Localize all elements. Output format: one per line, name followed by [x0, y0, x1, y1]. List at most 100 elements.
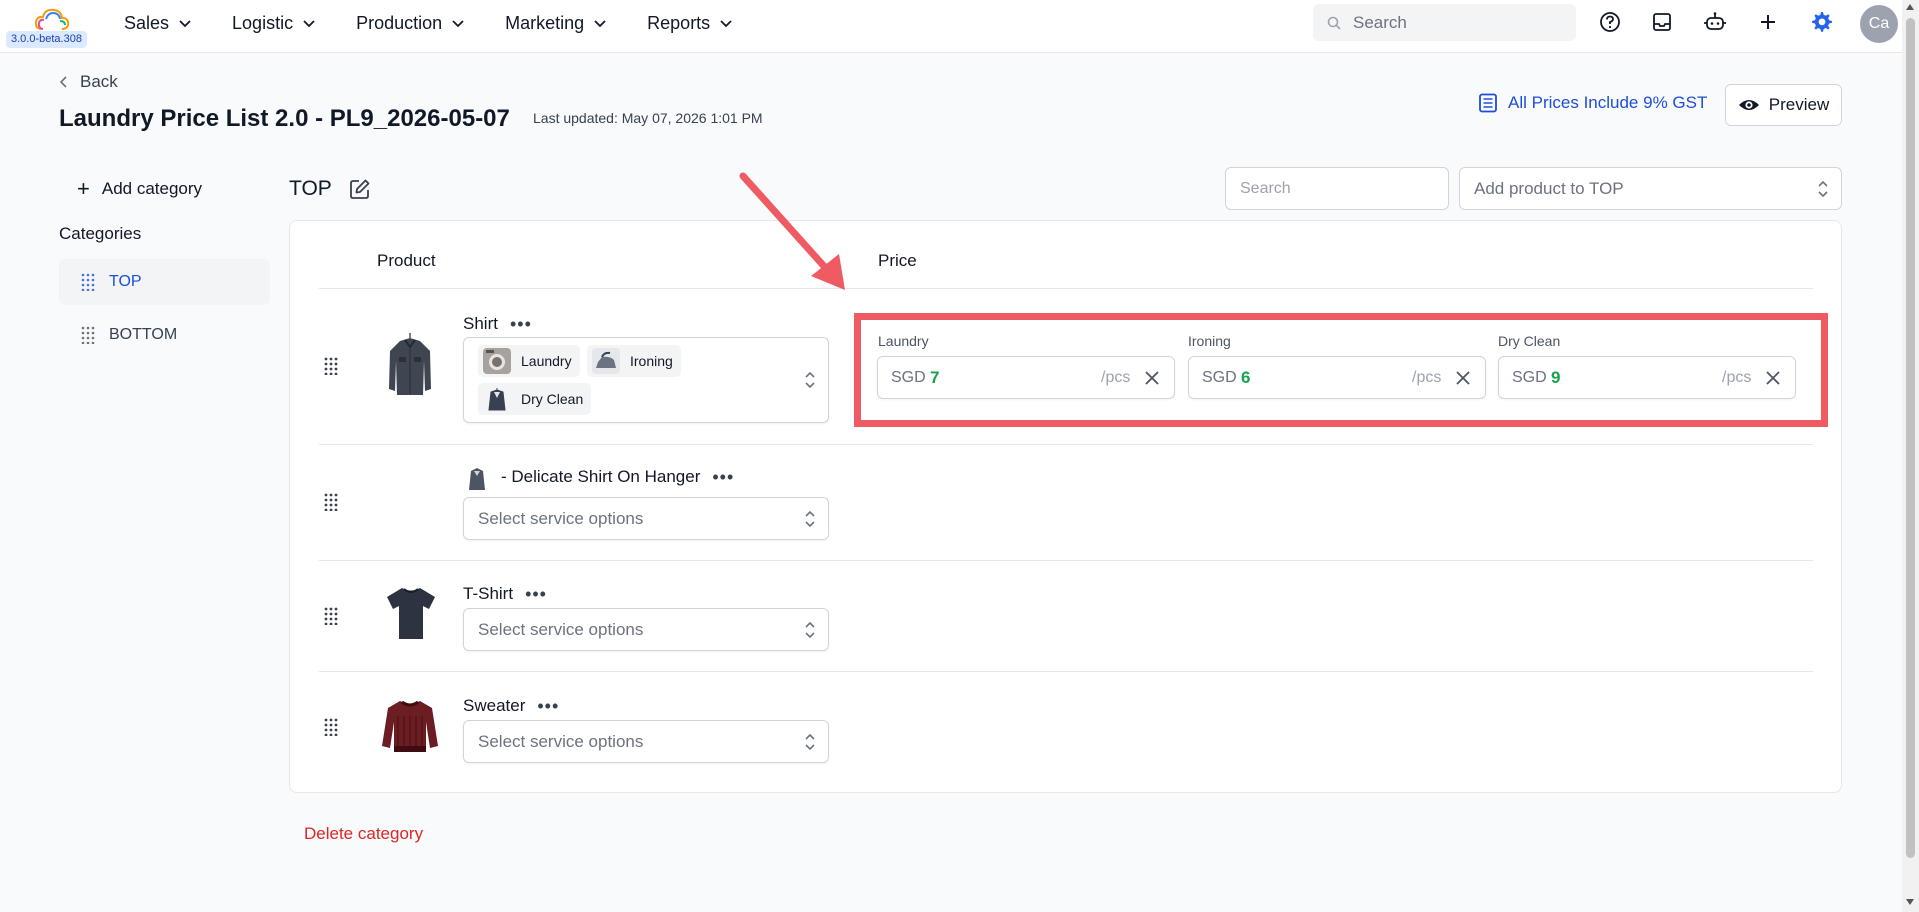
- chevron-up-down-icon: [805, 371, 815, 389]
- unit-label: /pcs: [1412, 369, 1442, 386]
- service-chip-laundry[interactable]: Laundry: [478, 345, 580, 377]
- service-chip-ironing[interactable]: Ironing: [587, 345, 681, 377]
- sweater-product-image: [382, 700, 438, 752]
- category-title: TOP: [289, 177, 332, 200]
- chevron-up-down-icon: [805, 733, 815, 750]
- app-logo-icon[interactable]: [34, 7, 70, 33]
- drag-handle-icon[interactable]: [81, 273, 95, 291]
- clear-x-icon[interactable]: [1454, 369, 1472, 387]
- inbox-icon[interactable]: [1649, 9, 1675, 35]
- sidebar-item-top[interactable]: TOP: [59, 259, 270, 305]
- service-options-select[interactable]: Select service options: [463, 608, 829, 651]
- nav-production[interactable]: Production: [356, 13, 465, 34]
- global-search-input[interactable]: Search: [1313, 4, 1576, 41]
- eye-icon: [1738, 100, 1759, 110]
- edit-icon[interactable]: [349, 178, 371, 200]
- add-category-button[interactable]: + Add category: [77, 178, 202, 200]
- top-navbar: 3.0.0-beta.308 Sales Logistic Production…: [0, 0, 1902, 53]
- column-header-price: Price: [878, 251, 917, 270]
- price-value: 6: [1241, 368, 1251, 387]
- back-link[interactable]: Back: [58, 72, 118, 92]
- product-name-sweater: Sweater •••: [463, 696, 559, 716]
- clear-x-icon[interactable]: [1143, 369, 1161, 387]
- help-icon[interactable]: [1597, 9, 1623, 35]
- price-input-ironing[interactable]: SGD 6 /pcs: [1188, 356, 1486, 399]
- preview-label: Preview: [1768, 95, 1830, 114]
- nav-logistic[interactable]: Logistic: [232, 13, 316, 34]
- currency-label: SGD: [1202, 369, 1237, 386]
- robot-icon[interactable]: [1702, 9, 1728, 35]
- hanger-shirt-thumbnail: [469, 466, 485, 490]
- more-options-icon[interactable]: •••: [525, 585, 547, 603]
- gst-notice-link[interactable]: All Prices Include 9% GST: [1478, 93, 1707, 113]
- tshirt-product-image: [387, 588, 435, 639]
- chip-label: Laundry: [521, 353, 572, 369]
- row-divider: [319, 444, 1813, 445]
- page-scrollbar[interactable]: [1902, 0, 1919, 912]
- price-input-dry-clean[interactable]: SGD 9 /pcs: [1498, 356, 1796, 399]
- nav-marketing[interactable]: Marketing: [505, 13, 607, 34]
- drag-handle-icon[interactable]: [324, 493, 338, 511]
- gst-label: All Prices Include 9% GST: [1508, 93, 1708, 112]
- chevron-down-icon: [452, 20, 464, 28]
- clear-x-icon[interactable]: [1764, 369, 1782, 387]
- scroll-up-icon[interactable]: [1906, 4, 1914, 10]
- categories-heading: Categories: [59, 224, 142, 243]
- chevron-up-down-icon: [805, 621, 815, 638]
- chip-label: Ironing: [630, 353, 673, 369]
- sidebar-item-bottom[interactable]: BOTTOM: [59, 312, 270, 358]
- more-options-icon[interactable]: •••: [537, 697, 559, 715]
- more-options-icon[interactable]: •••: [712, 468, 734, 486]
- settings-gear-icon[interactable]: [1808, 9, 1834, 35]
- chevron-down-icon: [594, 20, 606, 28]
- shirt-product-image: [389, 333, 431, 395]
- add-product-select[interactable]: Add product to TOP: [1459, 167, 1842, 210]
- nav-marketing-label: Marketing: [505, 12, 585, 33]
- currency-label: SGD: [1512, 369, 1547, 386]
- drag-handle-icon[interactable]: [324, 718, 338, 736]
- user-avatar[interactable]: Ca: [1860, 5, 1898, 43]
- drag-handle-icon[interactable]: [324, 607, 338, 625]
- nav-sales[interactable]: Sales: [124, 13, 192, 34]
- product-name-delicate-shirt: - Delicate Shirt On Hanger •••: [501, 467, 734, 487]
- service-options-select[interactable]: Select service options: [463, 720, 829, 763]
- price-label-laundry: Laundry: [878, 333, 929, 349]
- price-value: 9: [1551, 368, 1561, 387]
- add-category-label: Add category: [101, 179, 203, 198]
- chip-label: Dry Clean: [521, 391, 584, 407]
- price-input-laundry[interactable]: SGD 7 /pcs: [877, 356, 1175, 399]
- price-label-dry-clean: Dry Clean: [1498, 333, 1561, 349]
- scrollbar-thumb[interactable]: [1906, 18, 1915, 858]
- product-name-label: - Delicate Shirt On Hanger: [501, 467, 701, 486]
- row-divider: [319, 560, 1813, 561]
- price-value: 7: [930, 368, 940, 387]
- product-name-tshirt: T-Shirt •••: [463, 584, 547, 604]
- product-name-label: Shirt: [463, 314, 498, 333]
- unit-label: /pcs: [1101, 369, 1131, 386]
- back-label: Back: [80, 72, 118, 91]
- version-badge: 3.0.0-beta.308: [6, 31, 87, 48]
- drag-handle-icon[interactable]: [324, 357, 338, 375]
- product-search-input[interactable]: Search: [1225, 167, 1449, 210]
- last-updated-text: Last updated: May 07, 2026 1:01 PM: [533, 110, 763, 126]
- scroll-down-icon[interactable]: [1906, 899, 1914, 905]
- product-search-placeholder: Search: [1240, 179, 1291, 197]
- delete-category-button[interactable]: Delete category: [304, 824, 423, 844]
- plus-icon: +: [77, 176, 90, 201]
- select-placeholder: Select service options: [478, 508, 644, 528]
- iron-icon: [592, 348, 620, 374]
- annotation-arrow: [739, 172, 845, 290]
- drag-handle-icon[interactable]: [81, 326, 95, 344]
- currency-label: SGD: [891, 369, 926, 386]
- product-name-label: T-Shirt: [463, 584, 514, 603]
- sidebar-item-label: TOP: [109, 273, 142, 290]
- more-options-icon[interactable]: •••: [510, 315, 532, 333]
- service-chip-dry-clean[interactable]: Dry Clean: [478, 383, 592, 415]
- main-menu: Sales Logistic Production Marketing Repo…: [124, 0, 773, 46]
- plus-icon[interactable]: [1755, 9, 1781, 35]
- unit-label: /pcs: [1722, 369, 1752, 386]
- suit-hanger-icon: [483, 386, 511, 412]
- service-options-select[interactable]: Select service options: [463, 497, 829, 540]
- nav-reports[interactable]: Reports: [647, 13, 733, 34]
- preview-button[interactable]: Preview: [1725, 84, 1842, 126]
